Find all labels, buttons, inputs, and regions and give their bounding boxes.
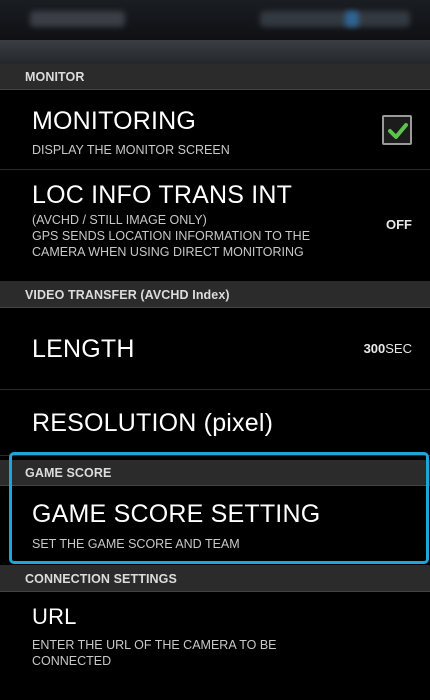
section-monitor-label: MONITOR bbox=[25, 70, 85, 84]
game-score-setting-subtitle: SET THE GAME SCORE AND TEAM bbox=[32, 537, 240, 551]
section-game-score-label: GAME SCORE bbox=[25, 466, 112, 480]
game-score-setting-title: GAME SCORE SETTING bbox=[32, 500, 321, 528]
status-left-icons bbox=[30, 11, 125, 27]
monitoring-title: MONITORING bbox=[32, 107, 197, 135]
url-subtitle: ENTER THE URL OF THE CAMERA TO BE CONNEC… bbox=[32, 638, 277, 668]
loc-info-title: LOC INFO TRANS INT bbox=[32, 181, 293, 209]
loc-info-value: OFF bbox=[386, 217, 412, 232]
section-video-transfer-label: VIDEO TRANSFER (AVCHD Index) bbox=[25, 288, 230, 302]
list-item-monitoring[interactable]: MONITORING DISPLAY THE MONITOR SCREEN bbox=[0, 90, 430, 170]
list-item-loc-info-trans-int[interactable]: LOC INFO TRANS INT (AVCHD / STILL IMAGE … bbox=[0, 170, 430, 282]
status-right-icons bbox=[260, 11, 410, 27]
resolution-title: RESOLUTION (pixel) bbox=[32, 409, 274, 437]
loc-info-subtitle: (AVCHD / STILL IMAGE ONLY) GPS SENDS LOC… bbox=[32, 213, 311, 259]
check-icon bbox=[388, 123, 408, 139]
section-connection-settings-label: CONNECTION SETTINGS bbox=[25, 572, 177, 586]
status-signal-icon bbox=[345, 11, 359, 27]
section-header-game-score: GAME SCORE bbox=[0, 460, 430, 486]
status-bar bbox=[0, 0, 430, 40]
url-title: URL bbox=[32, 604, 77, 629]
list-item-url[interactable]: URL ENTER THE URL OF THE CAMERA TO BE CO… bbox=[0, 592, 430, 700]
length-value-unit: SEC bbox=[385, 341, 412, 356]
list-item-length[interactable]: LENGTH 300SEC bbox=[0, 308, 430, 390]
length-value: 300SEC bbox=[364, 341, 412, 356]
list-item-game-score-setting[interactable]: GAME SCORE SETTING SET THE GAME SCORE AN… bbox=[0, 486, 430, 566]
app-title-bar bbox=[0, 40, 430, 64]
monitoring-checkbox[interactable] bbox=[382, 115, 412, 145]
list-item-resolution[interactable]: RESOLUTION (pixel) bbox=[0, 390, 430, 456]
section-header-connection-settings: CONNECTION SETTINGS bbox=[0, 566, 430, 592]
section-header-video-transfer: VIDEO TRANSFER (AVCHD Index) bbox=[0, 282, 430, 308]
section-header-monitor: MONITOR bbox=[0, 64, 430, 90]
monitoring-subtitle: DISPLAY THE MONITOR SCREEN bbox=[32, 143, 230, 157]
length-title: LENGTH bbox=[32, 335, 135, 363]
length-value-number: 300 bbox=[363, 341, 386, 356]
